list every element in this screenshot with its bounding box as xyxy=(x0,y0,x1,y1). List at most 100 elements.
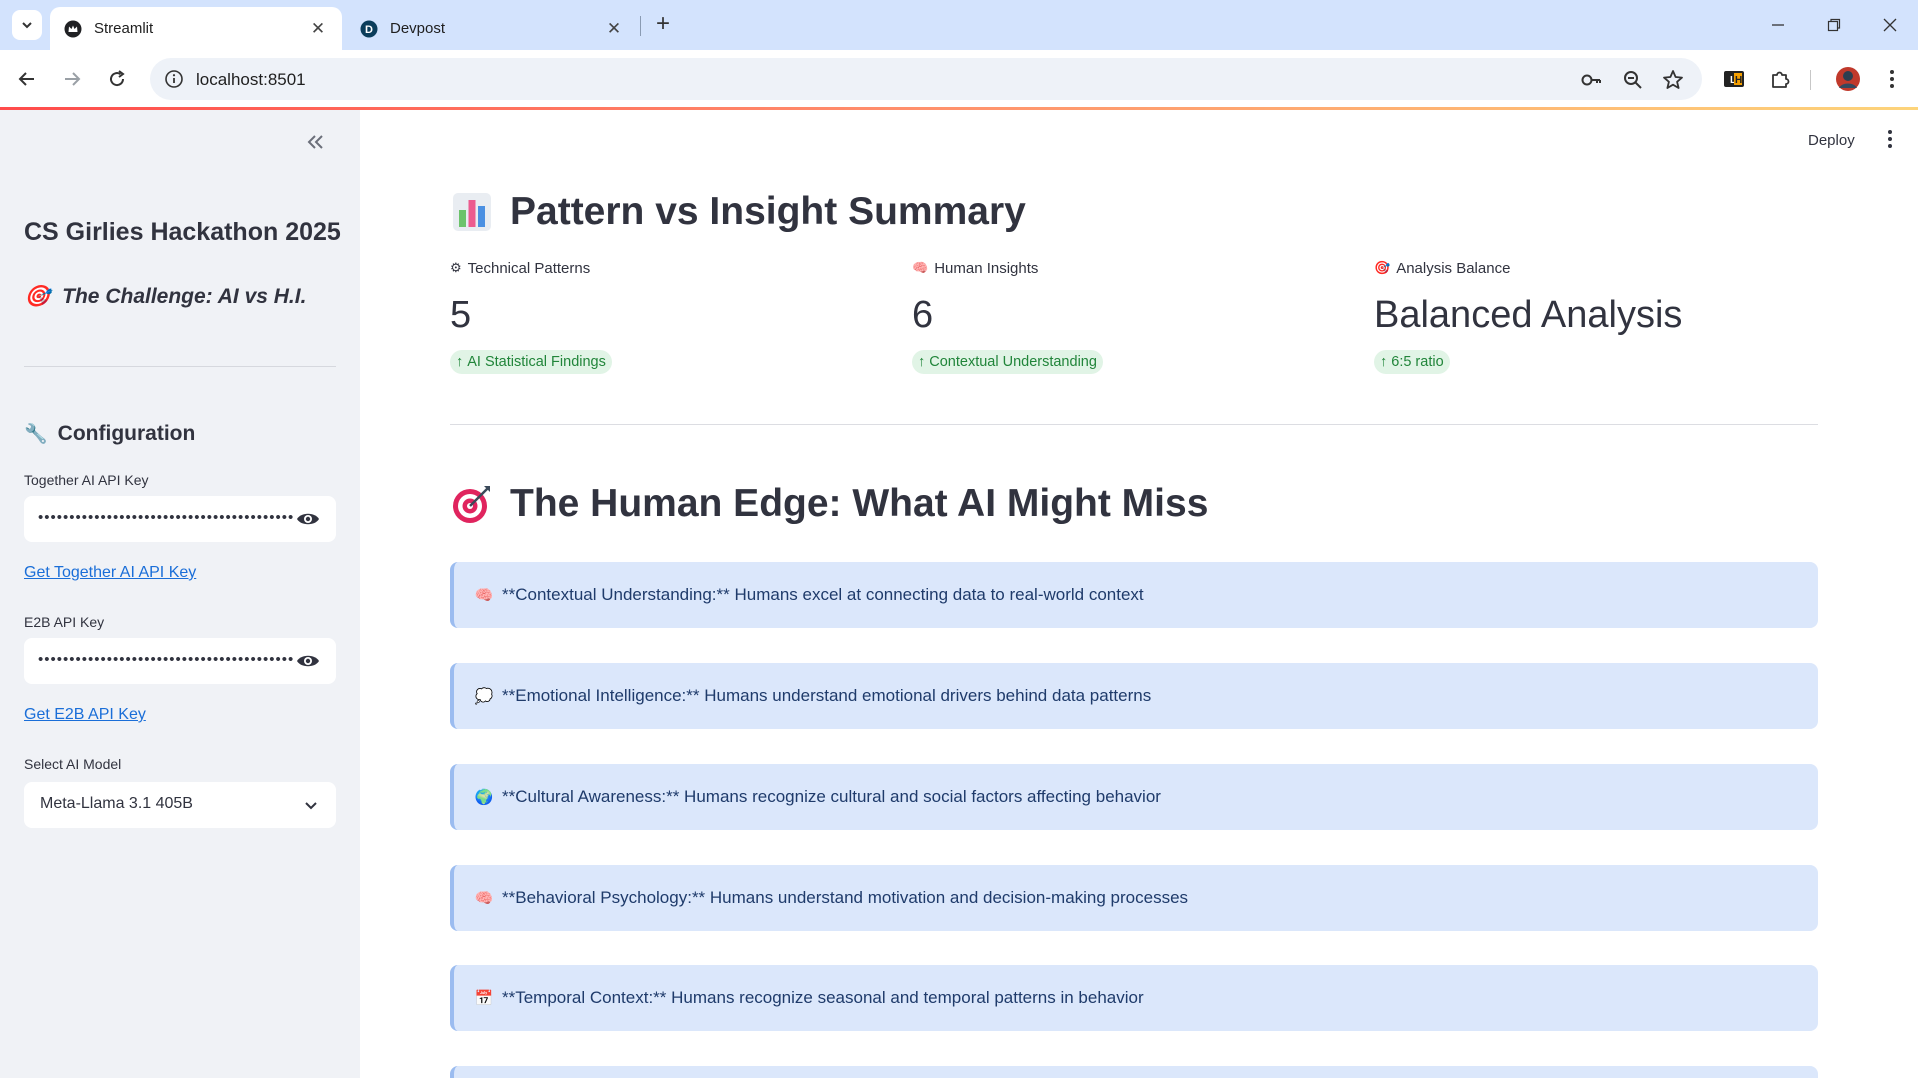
metric-delta: ↑ AI Statistical Findings xyxy=(450,350,612,374)
metric-delta: ↑ Contextual Understanding xyxy=(912,350,1103,374)
devpost-d-icon: D xyxy=(360,20,378,38)
model-select[interactable]: Meta-Llama 3.1 405B xyxy=(24,782,336,828)
together-key-value: ••••••••••••••••••••••••••••••••••••••••… xyxy=(38,509,294,526)
metric-delta-text: AI Statistical Findings xyxy=(467,354,606,370)
insight-box: 🌍 **Cultural Awareness:** Humans recogni… xyxy=(450,764,1818,830)
app-menu-icon[interactable] xyxy=(1880,128,1900,150)
browser-tab-bar: Streamlit ✕ D Devpost ✕ + xyxy=(0,0,1918,50)
gear-icon: ⚙ xyxy=(450,260,462,275)
site-info-icon[interactable] xyxy=(164,69,184,89)
deploy-button[interactable]: Deploy xyxy=(1808,132,1855,149)
challenge-text: The Challenge: AI vs H.I. xyxy=(62,285,307,308)
window-close-icon[interactable] xyxy=(1870,10,1910,40)
password-key-icon[interactable] xyxy=(1580,69,1602,91)
sidebar-title: CS Girlies Hackathon 2025 xyxy=(24,218,341,246)
section-divider xyxy=(450,424,1818,425)
streamlit-crown-icon xyxy=(64,20,82,38)
bar-chart-icon xyxy=(450,190,494,234)
target-icon: 🎯 xyxy=(24,285,51,308)
together-key-field[interactable]: ••••••••••••••••••••••••••••••••••••••••… xyxy=(24,496,336,542)
e2b-key-field[interactable]: ••••••••••••••••••••••••••••••••••••••••… xyxy=(24,638,336,684)
insight-box: 🧠 **Contextual Understanding:** Humans e… xyxy=(450,562,1818,628)
svg-text:H: H xyxy=(1735,75,1742,86)
metric-label: 🧠 Human Insights xyxy=(912,258,1332,278)
insight-box: 💭 **Emotional Intelligence:** Humans und… xyxy=(450,663,1818,729)
metric-delta-text: Contextual Understanding xyxy=(929,354,1097,370)
tab-search-button[interactable] xyxy=(12,10,42,40)
restore-icon[interactable] xyxy=(1814,10,1854,40)
back-icon[interactable] xyxy=(10,62,44,96)
lighthouse-extension-icon[interactable]: LH xyxy=(1720,65,1748,93)
calendar-icon: 📅 xyxy=(474,990,494,1007)
metric-label: ⚙ Technical Patterns xyxy=(450,258,870,278)
arrow-up-icon: ↑ xyxy=(918,354,926,370)
show-password-eye-icon[interactable] xyxy=(296,510,320,528)
metric-label: 🎯 Analysis Balance xyxy=(1374,258,1794,278)
insight-text: **Emotional Intelligence:** Humans under… xyxy=(502,686,1152,705)
sidebar-divider xyxy=(24,366,336,367)
e2b-key-link[interactable]: Get E2B API Key xyxy=(24,706,146,724)
config-heading-text: Configuration xyxy=(57,422,196,445)
thought-bubble-icon: 💭 xyxy=(474,688,494,705)
arrow-up-icon: ↑ xyxy=(1380,354,1388,370)
address-bar[interactable]: localhost:8501 xyxy=(150,58,1702,100)
model-select-value: Meta-Llama 3.1 405B xyxy=(40,795,193,812)
target-icon xyxy=(450,482,494,526)
toolbar-divider xyxy=(1810,70,1811,90)
challenge-subtitle: 🎯 The Challenge: AI vs H.I. xyxy=(24,285,306,309)
together-key-label: Together AI API Key xyxy=(24,472,149,488)
metric-label-text: Analysis Balance xyxy=(1396,259,1511,277)
close-icon[interactable]: ✕ xyxy=(308,19,328,39)
forward-icon[interactable] xyxy=(55,62,89,96)
insight-text: **Contextual Understanding:** Humans exc… xyxy=(502,585,1144,604)
metric-label-text: Human Insights xyxy=(934,259,1039,277)
metric-technical-patterns: ⚙ Technical Patterns 5 ↑ AI Statistical … xyxy=(450,258,870,374)
insight-box-partial xyxy=(450,1066,1818,1078)
brain-icon: 🧠 xyxy=(474,587,494,604)
insight-text: **Temporal Context:** Humans recognize s… xyxy=(502,988,1144,1007)
extensions-puzzle-icon[interactable] xyxy=(1766,65,1794,93)
human-edge-heading-text: The Human Edge: What AI Might Miss xyxy=(510,482,1209,525)
chevron-down-icon xyxy=(305,802,317,810)
browser-menu-icon[interactable] xyxy=(1878,65,1906,93)
collapse-sidebar-icon[interactable] xyxy=(306,130,326,158)
tab-title: Streamlit xyxy=(94,20,154,37)
svg-text:D: D xyxy=(365,24,373,36)
reload-icon[interactable] xyxy=(100,62,134,96)
bookmark-star-icon[interactable] xyxy=(1662,69,1684,91)
main-content: Deploy Pattern vs Insight Summary ⚙ Tech… xyxy=(360,110,1918,1078)
tab-streamlit[interactable]: Streamlit ✕ xyxy=(50,7,342,50)
show-password-eye-icon[interactable] xyxy=(296,652,320,670)
e2b-key-label: E2B API Key xyxy=(24,614,105,630)
metric-delta-text: 6:5 ratio xyxy=(1391,354,1444,370)
sidebar: CS Girlies Hackathon 2025 🎯 The Challeng… xyxy=(0,110,360,1078)
minimize-icon[interactable] xyxy=(1758,10,1798,40)
metric-analysis-balance: 🎯 Analysis Balance Balanced Analysis ↑ 6… xyxy=(1374,258,1794,374)
config-heading: 🔧 Configuration xyxy=(24,422,195,446)
summary-heading: Pattern vs Insight Summary xyxy=(450,190,1026,234)
insight-text: **Cultural Awareness:** Humans recognize… xyxy=(502,787,1161,806)
metric-value: Balanced Analysis xyxy=(1374,294,1683,336)
brain-icon: 🧠 xyxy=(912,260,929,275)
insight-text: **Behavioral Psychology:** Humans unders… xyxy=(502,888,1189,907)
chevron-down-icon xyxy=(22,22,32,29)
tab-devpost[interactable]: D Devpost ✕ xyxy=(346,7,638,50)
new-tab-button[interactable]: + xyxy=(650,12,676,38)
zoom-icon[interactable] xyxy=(1622,69,1644,91)
e2b-key-value: ••••••••••••••••••••••••••••••••••••••••… xyxy=(38,651,294,668)
profile-avatar[interactable] xyxy=(1834,65,1862,93)
tab-title: Devpost xyxy=(390,20,446,37)
insight-box: 🧠 **Behavioral Psychology:** Humans unde… xyxy=(450,865,1818,931)
arrow-up-icon: ↑ xyxy=(456,354,464,370)
human-edge-heading: The Human Edge: What AI Might Miss xyxy=(450,482,1208,526)
together-key-link[interactable]: Get Together AI API Key xyxy=(24,564,196,582)
summary-heading-text: Pattern vs Insight Summary xyxy=(510,190,1026,233)
globe-icon: 🌍 xyxy=(474,789,494,806)
target-icon: 🎯 xyxy=(1374,260,1391,275)
metric-value: 6 xyxy=(912,294,934,336)
close-icon[interactable]: ✕ xyxy=(604,19,624,39)
brain-icon: 🧠 xyxy=(474,890,494,907)
metric-delta: ↑ 6:5 ratio xyxy=(1374,350,1450,374)
insight-box: 📅 **Temporal Context:** Humans recognize… xyxy=(450,965,1818,1031)
url-text: localhost:8501 xyxy=(196,70,306,89)
